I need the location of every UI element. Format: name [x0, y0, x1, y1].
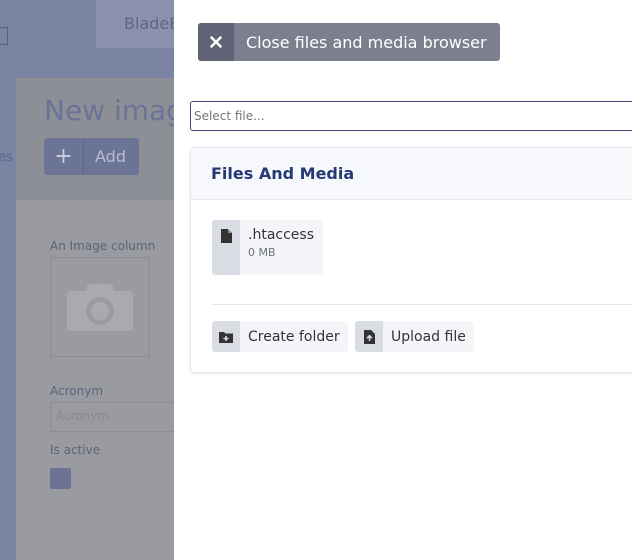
background-sidebar-text: es: [0, 150, 13, 165]
background-add-button: + Add: [44, 138, 139, 175]
plus-icon: +: [44, 138, 84, 175]
background-image-placeholder: [50, 257, 150, 357]
create-folder-button[interactable]: Create folder: [212, 321, 348, 352]
file-upload-icon: [355, 321, 383, 352]
file-name: .htaccess: [248, 227, 314, 243]
background-image-column-label: An Image column: [50, 239, 156, 253]
background-is-active-checkbox: [50, 468, 71, 489]
folder-plus-icon: [212, 321, 240, 352]
select-file-input[interactable]: [190, 101, 632, 131]
files-media-browser-panel: Close files and media browser Files And …: [174, 0, 632, 560]
background-is-active-label: Is active: [50, 443, 101, 457]
background-acronym-input: Acronym: [50, 402, 180, 432]
divider: [211, 304, 632, 305]
background-acronym-label: Acronym: [50, 384, 104, 398]
camera-icon: [67, 284, 133, 331]
upload-file-button[interactable]: Upload file: [355, 321, 474, 352]
background-add-button-label: Add: [95, 147, 126, 166]
close-browser-label: Close files and media browser: [246, 32, 487, 52]
file-item[interactable]: .htaccess 0 MB: [212, 220, 323, 275]
close-icon: [198, 23, 234, 61]
upload-file-label: Upload file: [391, 328, 466, 345]
background-logo-fragment: [0, 27, 8, 45]
background-header-title: BladeB: [124, 14, 181, 33]
file-size: 0 MB: [248, 246, 276, 259]
files-media-card: Files And Media .htaccess 0 MB Create fo…: [190, 147, 632, 373]
close-browser-button[interactable]: Close files and media browser: [198, 23, 500, 61]
file-icon: [212, 220, 240, 275]
background-page-title: New imag: [44, 94, 184, 127]
create-folder-label: Create folder: [248, 328, 340, 345]
files-media-title: Files And Media: [191, 148, 632, 200]
